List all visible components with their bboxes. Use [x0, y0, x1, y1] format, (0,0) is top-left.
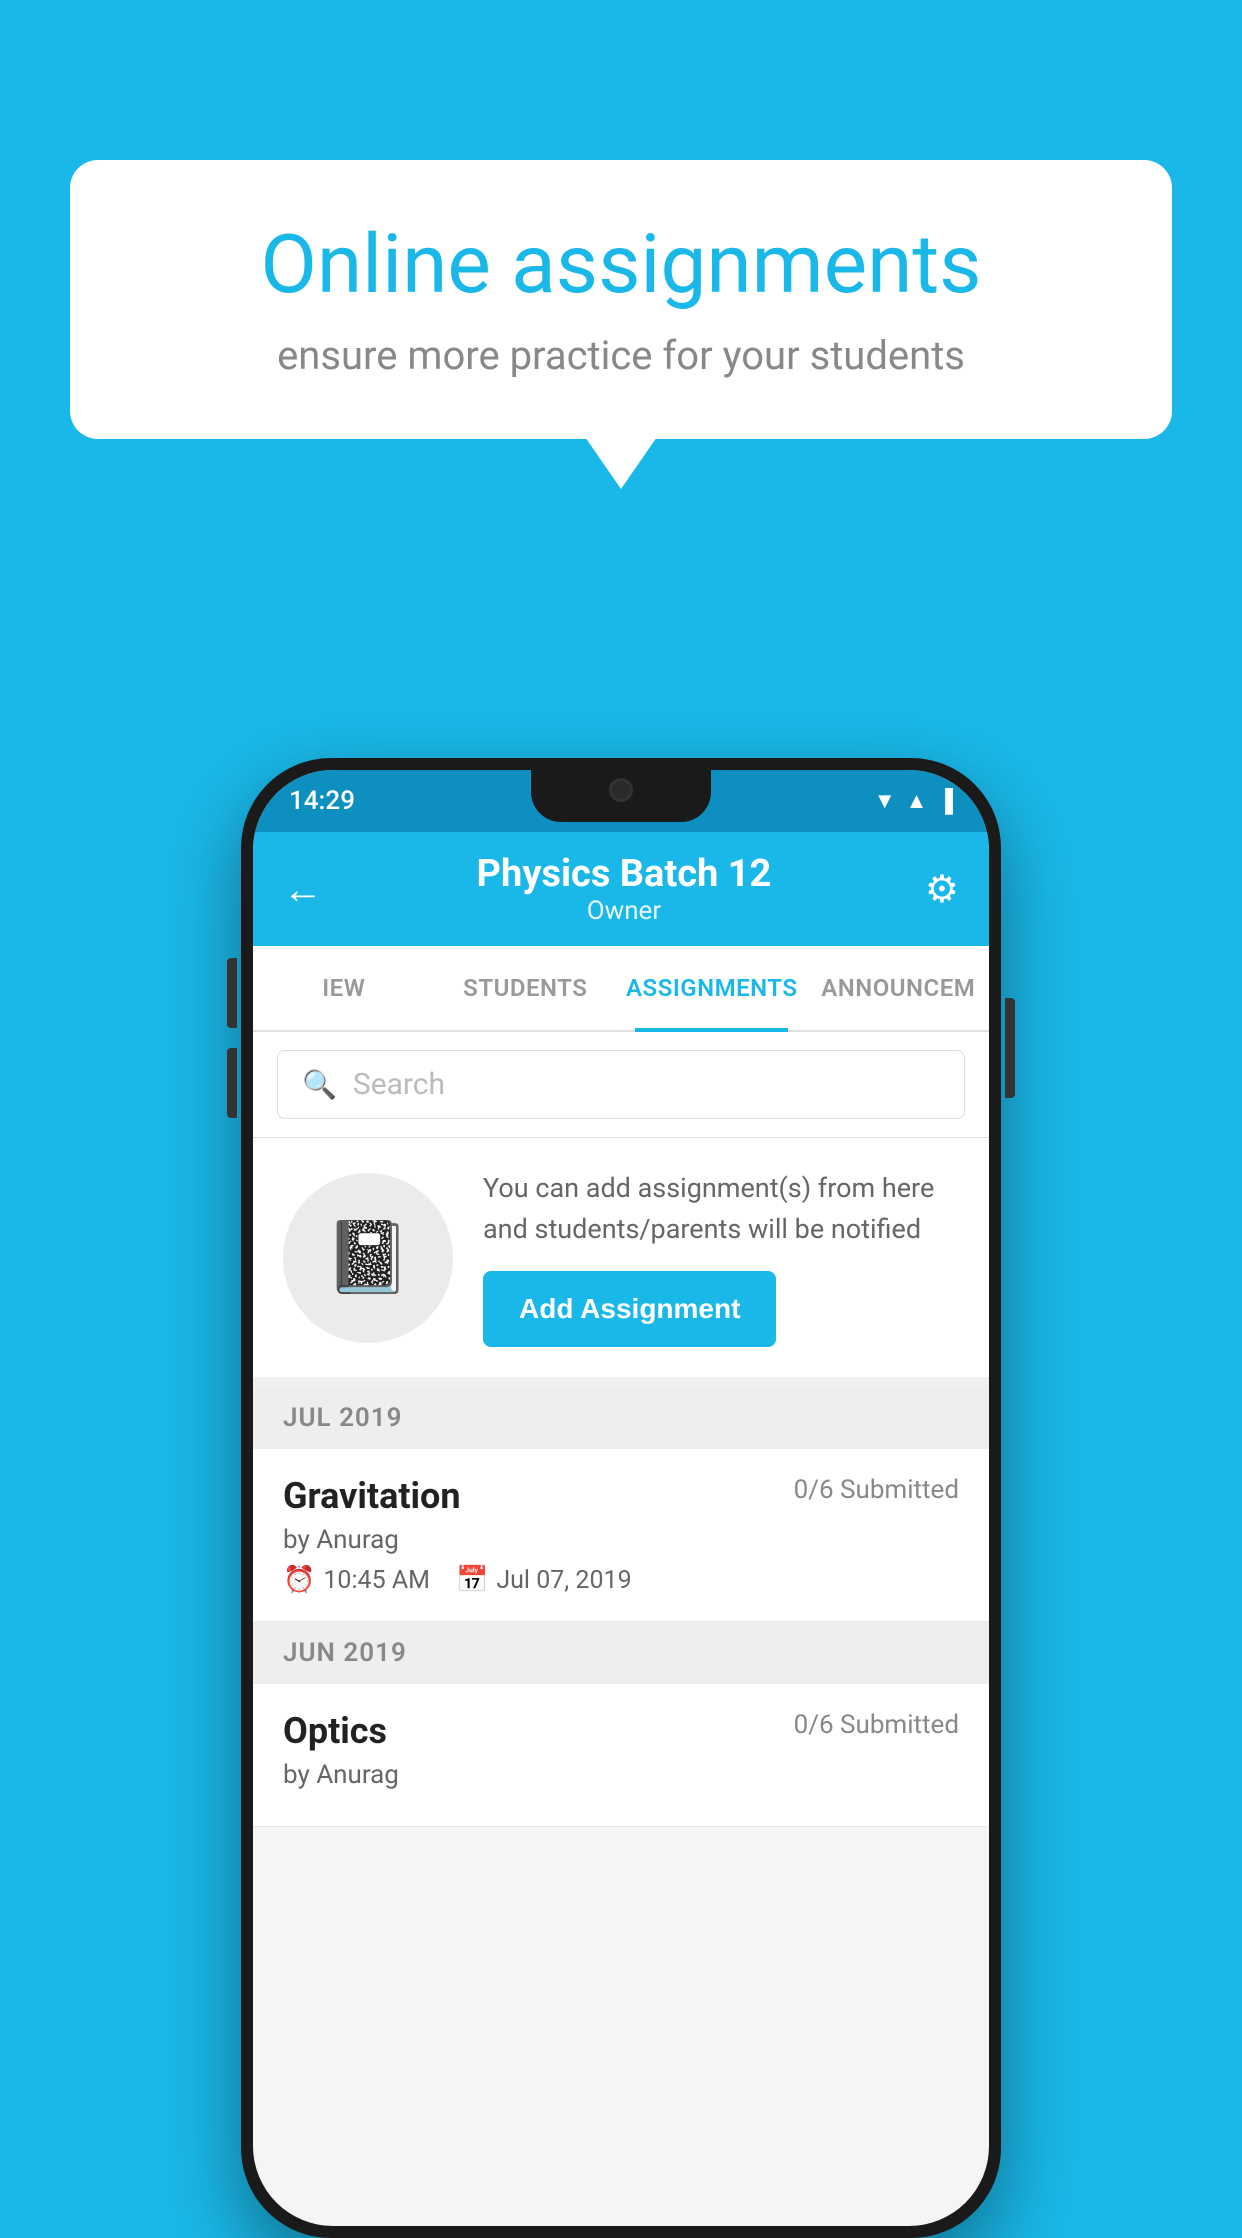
tab-assignments[interactable]: ASSIGNMENTS — [616, 946, 807, 1030]
tab-iew[interactable]: IEW — [253, 946, 435, 1030]
assignment-by-optics: by Anurag — [283, 1760, 959, 1790]
assignment-date: Jul 07, 2019 — [496, 1566, 631, 1595]
status-time: 14:29 — [289, 786, 355, 816]
header-center: Physics Batch 12 Owner — [477, 852, 772, 926]
bubble-title: Online assignments — [140, 220, 1102, 310]
phone-frame: 14:29 ▼ ▲ ▐ ← Physics Batch 12 Owner ⚙ I… — [241, 758, 1001, 2238]
assignment-top-optics: Optics 0/6 Submitted — [283, 1710, 959, 1752]
phone-camera — [609, 778, 633, 802]
date-meta: 📅 Jul 07, 2019 — [456, 1565, 632, 1595]
notebook-icon: 📓 — [324, 1217, 411, 1299]
search-icon: 🔍 — [302, 1068, 337, 1101]
info-description: You can add assignment(s) from here and … — [483, 1168, 959, 1249]
status-icons: ▼ ▲ ▐ — [874, 788, 953, 814]
settings-icon[interactable]: ⚙ — [925, 867, 959, 912]
add-assignment-button[interactable]: Add Assignment — [483, 1271, 776, 1347]
search-bar[interactable]: 🔍 Search — [277, 1050, 965, 1119]
section-header-jul: JUL 2019 — [253, 1387, 989, 1449]
assignment-top: Gravitation 0/6 Submitted — [283, 1475, 959, 1517]
app-header: ← Physics Batch 12 Owner ⚙ — [253, 832, 989, 946]
volume-up-button — [227, 958, 237, 1028]
assignment-submitted-optics: 0/6 Submitted — [794, 1710, 959, 1740]
batch-subtitle: Owner — [477, 896, 772, 926]
assignment-name-optics: Optics — [283, 1710, 387, 1752]
volume-down-button — [227, 1048, 237, 1118]
assignment-item-optics[interactable]: Optics 0/6 Submitted by Anurag — [253, 1684, 989, 1827]
search-placeholder: Search — [353, 1067, 445, 1102]
info-content: You can add assignment(s) from here and … — [483, 1168, 959, 1347]
tab-announcements[interactable]: ANNOUNCEM — [807, 946, 989, 1030]
clock-icon: ⏰ — [283, 1565, 315, 1595]
assignment-icon-circle: 📓 — [283, 1173, 453, 1343]
search-container: 🔍 Search — [253, 1032, 989, 1138]
back-button[interactable]: ← — [283, 866, 323, 913]
speech-bubble-container: Online assignments ensure more practice … — [70, 160, 1172, 439]
wifi-icon: ▼ — [874, 788, 896, 814]
signal-icon: ▲ — [906, 788, 928, 814]
speech-bubble: Online assignments ensure more practice … — [70, 160, 1172, 439]
time-meta: ⏰ 10:45 AM — [283, 1565, 430, 1595]
assignment-submitted: 0/6 Submitted — [794, 1475, 959, 1505]
section-header-jun: JUN 2019 — [253, 1622, 989, 1684]
bubble-subtitle: ensure more practice for your students — [140, 332, 1102, 379]
assignment-meta: ⏰ 10:45 AM 📅 Jul 07, 2019 — [283, 1565, 959, 1595]
power-button — [1005, 998, 1015, 1098]
batch-title: Physics Batch 12 — [477, 852, 772, 896]
assignment-by: by Anurag — [283, 1525, 959, 1555]
assignment-name: Gravitation — [283, 1475, 461, 1517]
assignment-time: 10:45 AM — [323, 1566, 430, 1595]
phone-screen: 14:29 ▼ ▲ ▐ ← Physics Batch 12 Owner ⚙ I… — [253, 770, 989, 2226]
tab-students[interactable]: STUDENTS — [435, 946, 617, 1030]
assignment-item-gravitation[interactable]: Gravitation 0/6 Submitted by Anurag ⏰ 10… — [253, 1449, 989, 1622]
tab-bar: IEW STUDENTS ASSIGNMENTS ANNOUNCEM — [253, 946, 989, 1032]
battery-icon: ▐ — [937, 788, 953, 814]
calendar-icon: 📅 — [456, 1565, 488, 1595]
info-card: 📓 You can add assignment(s) from here an… — [253, 1138, 989, 1387]
